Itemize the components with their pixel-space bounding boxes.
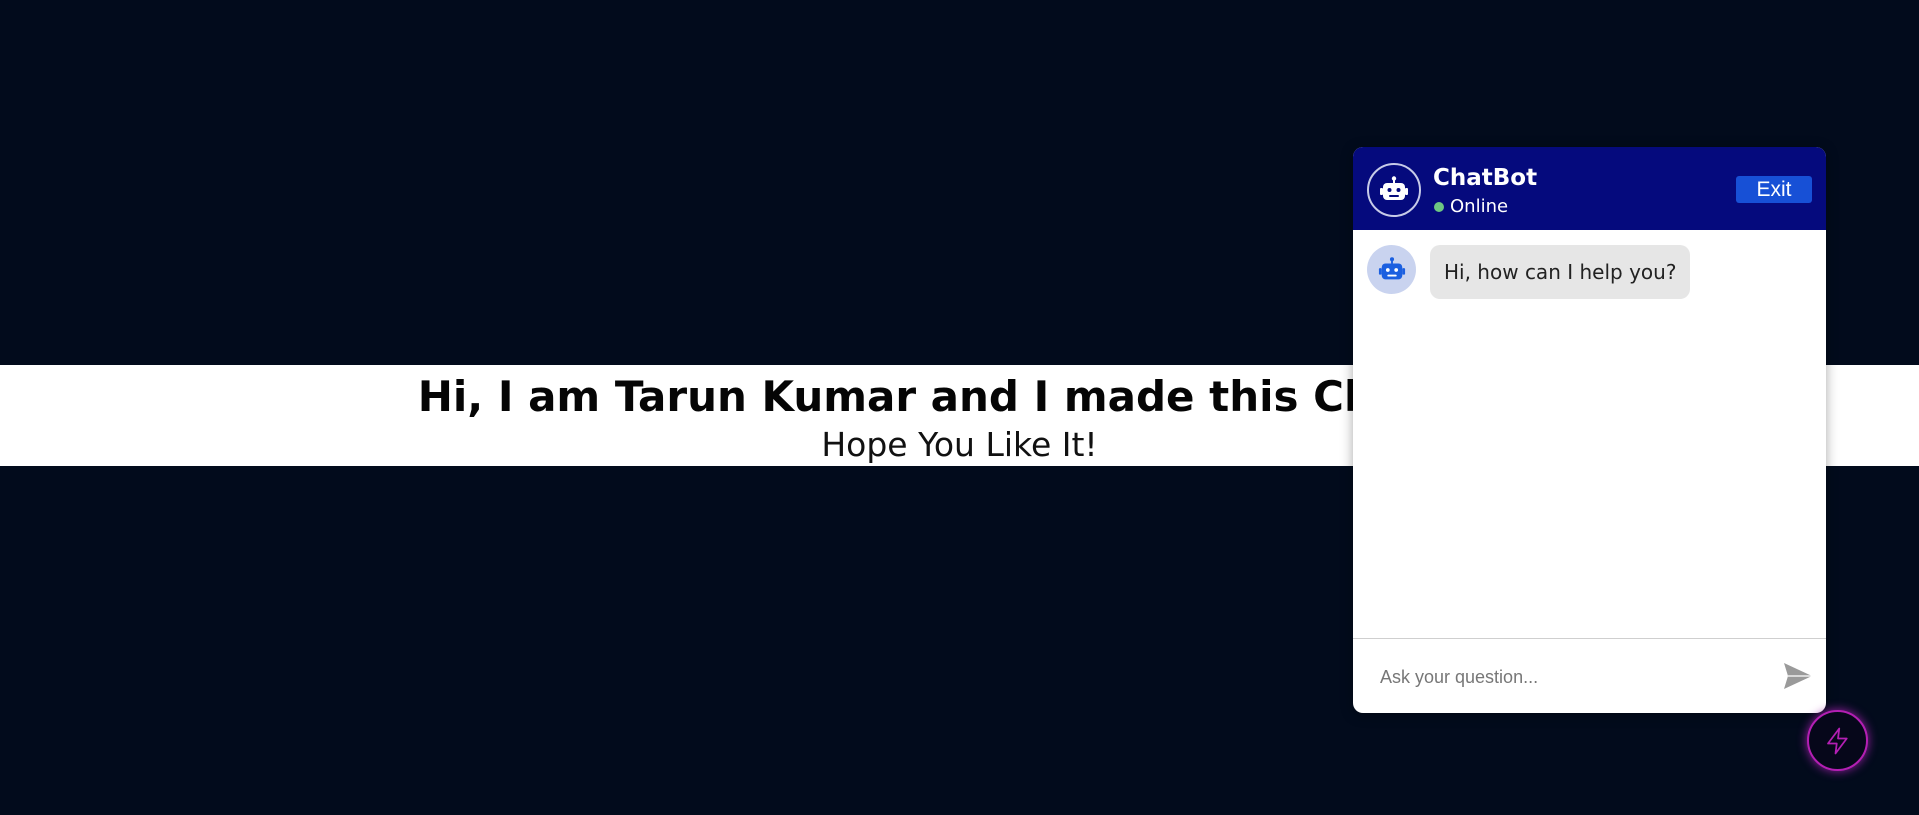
bolt-icon [1826,727,1848,754]
send-icon [1784,663,1812,689]
exit-button[interactable]: Exit [1736,176,1812,203]
message-avatar [1367,245,1416,294]
send-button[interactable] [1780,660,1816,692]
robot-icon [1378,256,1405,279]
page: Hi, I am Tarun Kumar and I made this Cha… [0,0,1919,815]
online-dot-icon [1434,201,1444,212]
chat-window: ChatBot Online Exit Hi, how can I help y… [1353,147,1826,713]
robot-icon [1380,176,1408,200]
bot-avatar [1367,163,1421,217]
question-input[interactable] [1380,663,1760,691]
status-indicator: Online [1434,196,1508,217]
status-label: Online [1450,196,1509,217]
chat-launcher-button[interactable] [1807,710,1868,771]
bot-name: ChatBot [1433,165,1538,191]
chat-input-bar [1353,638,1826,713]
bot-message-bubble: Hi, how can I help you? [1430,245,1691,299]
chat-header: ChatBot Online Exit [1353,147,1826,230]
